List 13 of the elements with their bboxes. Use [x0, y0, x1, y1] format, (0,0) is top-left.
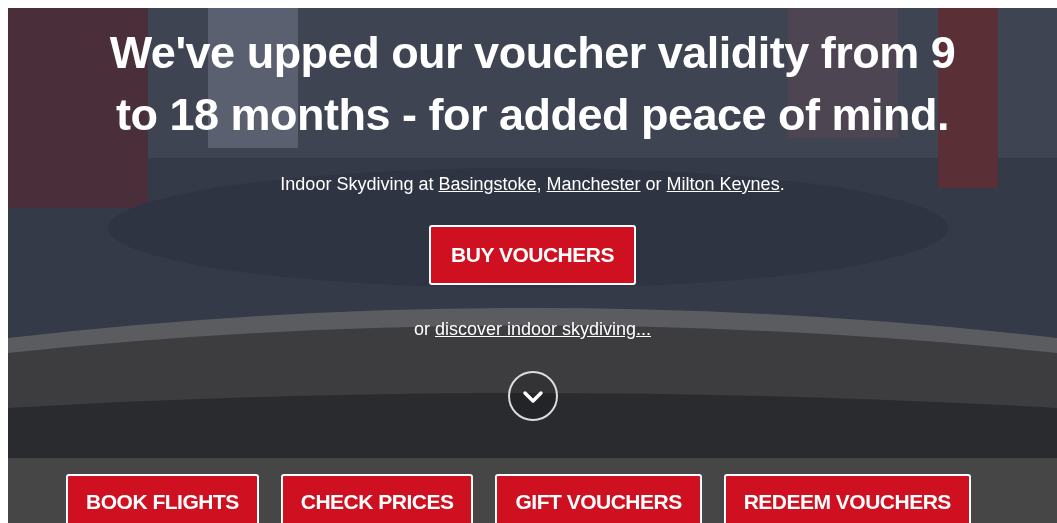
location-link[interactable]: Basingstoke — [438, 174, 537, 194]
nav-button[interactable]: CHECK PRICES — [280, 474, 474, 523]
nav-button[interactable]: GIFT VOUCHERS — [495, 474, 702, 523]
location-link[interactable]: Manchester — [546, 174, 641, 194]
buy-vouchers-button[interactable]: BUY VOUCHERS — [429, 225, 636, 285]
discover-text: or discover indoor skydiving... — [413, 319, 652, 340]
location-link[interactable]: Milton Keynes — [666, 174, 780, 194]
headline: We've upped our voucher validity from 9 to 18 months - for added peace of mind. — [108, 26, 957, 142]
nav-button[interactable]: REDEEM VOUCHERS — [723, 474, 971, 523]
scroll-down-icon[interactable] — [506, 370, 559, 422]
intro-text: Indoor Skydiving at Basingstoke, Manchester or Milton Keynes. — [280, 174, 785, 195]
nav-button[interactable]: BOOK FLIGHTS — [66, 474, 259, 523]
discover-link[interactable]: discover indoor skydiving... — [434, 319, 652, 339]
